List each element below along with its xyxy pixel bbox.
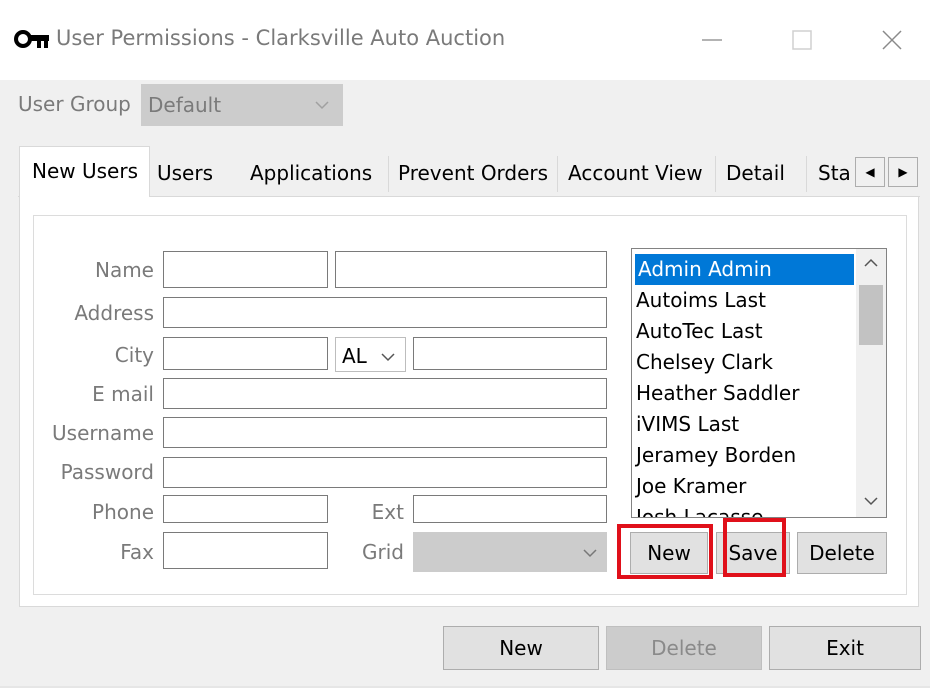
ext-label: Ext — [371, 500, 404, 524]
chevron-down-icon — [315, 101, 329, 110]
tab-scroll-right-button[interactable]: ▶ — [888, 157, 918, 187]
tab-divider — [557, 156, 558, 192]
list-item[interactable]: Autoims Last — [636, 285, 766, 316]
scrollbar-thumb[interactable] — [859, 285, 883, 345]
scroll-up-icon[interactable] — [863, 257, 879, 269]
users-listbox[interactable]: Admin Admin Autoims Last AutoTec Last Ch… — [631, 248, 887, 518]
tab-divider — [388, 156, 389, 192]
tab-divider — [806, 156, 807, 192]
title-bar: User Permissions - Clarksville Auto Auct… — [0, 0, 930, 80]
minimize-icon — [702, 39, 722, 41]
window-title: User Permissions - Clarksville Auto Auct… — [56, 26, 506, 50]
list-item[interactable]: Josh Lacasse — [636, 502, 763, 517]
close-button[interactable] — [872, 20, 912, 60]
password-input[interactable] — [163, 457, 607, 488]
phone-label: Phone — [92, 500, 154, 524]
list-item[interactable]: AutoTec Last — [636, 316, 763, 347]
list-scrollbar[interactable] — [856, 249, 886, 517]
grid-select[interactable] — [413, 532, 607, 572]
scroll-down-icon[interactable] — [863, 495, 879, 507]
save-button-highlight — [723, 518, 786, 577]
list-item[interactable]: Admin Admin — [635, 254, 854, 285]
user-group-select[interactable]: Default — [141, 84, 343, 126]
arrow-right-icon: ▶ — [898, 165, 908, 179]
zip-input[interactable] — [413, 337, 607, 370]
username-label: Username — [52, 421, 154, 445]
address-label: Address — [74, 301, 154, 325]
city-input[interactable] — [163, 337, 328, 370]
minimize-button[interactable] — [692, 20, 732, 60]
tab-divider — [715, 156, 716, 192]
state-select[interactable]: AL — [335, 337, 406, 372]
new-button[interactable]: New — [443, 626, 599, 670]
delete-button[interactable]: Delete — [606, 626, 762, 670]
user-group-value: Default — [148, 93, 222, 117]
list-item[interactable]: Heather Saddler — [636, 378, 799, 409]
list-item[interactable]: Chelsey Clark — [636, 347, 773, 378]
tab-users[interactable]: Users — [157, 150, 237, 196]
state-value: AL — [342, 344, 367, 368]
phone-input[interactable] — [163, 495, 328, 523]
tab-applications[interactable]: Applications — [250, 150, 390, 196]
maximize-button[interactable] — [782, 20, 822, 60]
tab-prevent-orders[interactable]: Prevent Orders — [398, 150, 558, 196]
list-item[interactable]: iVIMS Last — [636, 409, 739, 440]
address-input[interactable] — [163, 297, 607, 328]
arrow-left-icon: ◀ — [865, 165, 875, 179]
email-input[interactable] — [163, 378, 607, 409]
fax-label: Fax — [120, 540, 154, 564]
tab-sta[interactable]: Sta — [818, 150, 851, 196]
chevron-down-icon — [583, 549, 597, 558]
tab-new-users[interactable]: New Users — [19, 146, 150, 197]
tab-account-view[interactable]: Account View — [568, 150, 713, 196]
key-icon — [14, 30, 49, 48]
close-icon — [882, 30, 902, 50]
first-name-input[interactable] — [163, 251, 328, 288]
chevron-down-icon — [381, 353, 395, 362]
email-label: E mail — [92, 382, 154, 406]
user-group-label: User Group — [18, 92, 131, 116]
grid-label: Grid — [362, 540, 404, 564]
city-label: City — [114, 343, 154, 367]
last-name-input[interactable] — [335, 251, 607, 288]
name-label: Name — [94, 258, 154, 282]
fax-input[interactable] — [163, 532, 328, 569]
username-input[interactable] — [163, 417, 607, 448]
ext-input[interactable] — [413, 495, 607, 523]
list-item[interactable]: Jeramey Borden — [636, 440, 796, 471]
list-item[interactable]: Joe Kramer — [636, 471, 746, 502]
password-label: Password — [60, 460, 154, 484]
tab-scroll-left-button[interactable]: ◀ — [855, 157, 885, 187]
delete-user-button[interactable]: Delete — [797, 532, 887, 574]
maximize-icon — [792, 30, 812, 50]
tab-detail[interactable]: Detail — [726, 150, 796, 196]
new-button-highlight — [617, 524, 713, 579]
exit-button[interactable]: Exit — [769, 626, 921, 670]
